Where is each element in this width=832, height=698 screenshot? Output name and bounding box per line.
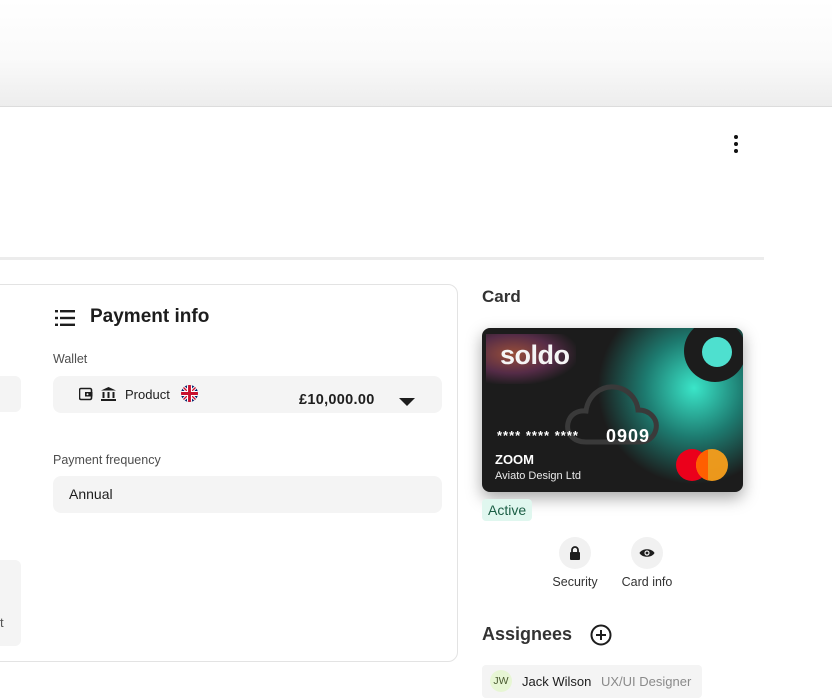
payment-frequency-field[interactable]: Annual: [53, 476, 442, 513]
chevron-down-icon[interactable]: [399, 398, 415, 406]
security-label: Security: [552, 575, 598, 589]
list-icon: [55, 310, 75, 326]
assignee-name: Jack Wilson: [522, 674, 592, 689]
card-heading: Card: [482, 287, 521, 306]
payment-frequency-value: Annual: [69, 486, 113, 502]
wallet-name: Product: [125, 387, 170, 402]
payment-info-title: Payment info: [90, 306, 210, 327]
card-company: Aviato Design Ltd: [495, 470, 582, 482]
payment-card[interactable]: soldo **** **** **** 0909 ZOOM Aviato De…: [482, 328, 743, 492]
wallet-icon: [79, 387, 93, 401]
card-number-mask: **** **** ****: [497, 428, 579, 443]
card-info-button[interactable]: Card info: [617, 537, 677, 589]
header-divider: [0, 257, 764, 260]
card-number-last: 0909: [606, 426, 651, 446]
wallet-balance: £10,000.00: [299, 392, 375, 408]
offscreen-box[interactable]: [0, 560, 21, 646]
assignee-item[interactable]: JW Jack Wilson UX/UI Designer: [482, 665, 702, 698]
soldo-logo: soldo: [500, 340, 570, 370]
plus-circle-icon[interactable]: [590, 624, 612, 646]
card-name: ZOOM: [495, 452, 534, 467]
security-button[interactable]: Security: [545, 537, 605, 589]
wallet-label: Wallet: [53, 352, 88, 366]
mastercard-overlap: [696, 449, 708, 481]
assignees-title: Assignees: [482, 624, 573, 644]
status-badge: Active: [482, 499, 533, 521]
payment-info-panel: [0, 284, 458, 662]
offscreen-text: t: [0, 615, 4, 630]
assignee-role: UX/UI Designer: [601, 674, 692, 689]
lock-icon: [570, 546, 580, 560]
wallet-select[interactable]: Product £10,000.00: [53, 376, 442, 413]
uk-flag-icon: [181, 385, 198, 402]
avatar: JW: [490, 670, 512, 692]
offscreen-field[interactable]: [0, 376, 21, 412]
bank-icon: [101, 387, 116, 401]
browser-top-bar: [0, 0, 832, 107]
payment-frequency-label: Payment frequency: [53, 453, 161, 467]
card-info-label: Card info: [621, 575, 673, 589]
more-vertical-icon[interactable]: [724, 131, 748, 157]
eye-icon: [639, 549, 655, 557]
card-dot: [702, 337, 732, 367]
